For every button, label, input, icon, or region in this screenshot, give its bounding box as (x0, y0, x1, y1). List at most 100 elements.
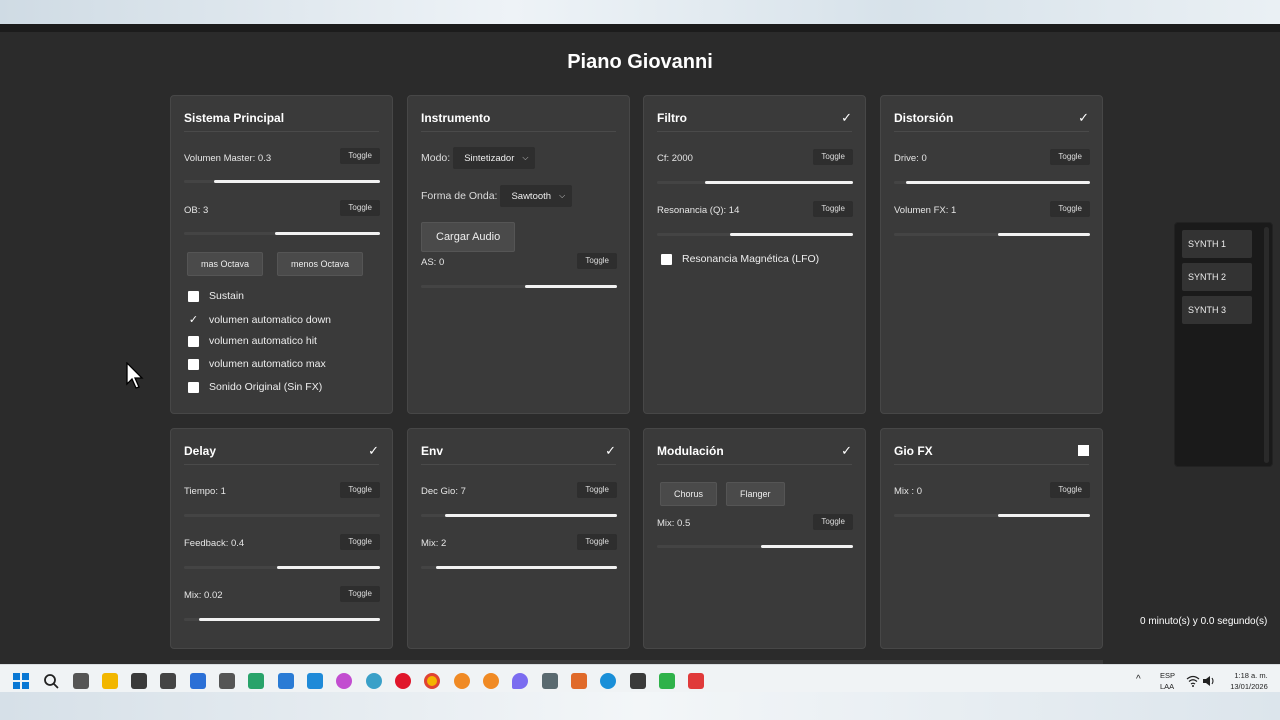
browser-icon[interactable] (366, 673, 382, 689)
side-panel-scrollbar[interactable] (1264, 227, 1269, 463)
cutoff-toggle-button[interactable]: Toggle (813, 149, 853, 165)
enabled-check-icon[interactable]: ✓ (368, 435, 379, 459)
ob-slider[interactable] (184, 229, 380, 239)
cutoff-slider[interactable] (657, 178, 853, 188)
mode-select[interactable]: Sintetizador ⌵ (453, 147, 536, 169)
resonance-toggle-button[interactable]: Toggle (813, 201, 853, 217)
opera-icon[interactable] (395, 673, 411, 689)
app-icon[interactable] (512, 673, 528, 689)
enabled-check-icon[interactable]: ✓ (841, 435, 852, 459)
task-view-icon[interactable] (73, 673, 89, 689)
as-toggle-button[interactable]: Toggle (577, 253, 617, 269)
waveform-select[interactable]: Sawtooth ⌵ (500, 185, 573, 207)
blender-icon[interactable] (483, 673, 499, 689)
edge-icon[interactable] (600, 673, 616, 689)
enabled-check-icon[interactable]: ✓ (841, 102, 852, 126)
synth-3-button[interactable]: SYNTH 3 (1182, 296, 1252, 324)
chevron-down-icon: ⌵ (559, 191, 566, 200)
card-header: Env ✓ (421, 429, 616, 465)
load-audio-button[interactable]: Cargar Audio (421, 222, 516, 252)
blender-icon[interactable] (454, 673, 470, 689)
delay-time-toggle-button[interactable]: Toggle (340, 482, 380, 498)
delay-mix-label: Mix: 0.02 (184, 590, 223, 601)
app-icon[interactable] (571, 673, 587, 689)
ob-toggle-button[interactable]: Toggle (340, 200, 380, 216)
app-icon[interactable] (542, 673, 558, 689)
checkbox-box[interactable] (188, 358, 199, 370)
card-title: Modulación (657, 443, 724, 458)
checkbox-box[interactable] (188, 381, 199, 393)
volume-master-toggle-button[interactable]: Toggle (340, 148, 380, 164)
notepad-icon[interactable] (190, 673, 206, 689)
modulation-mix-label: Mix: 0.5 (657, 518, 691, 529)
modulation-mix-toggle-button[interactable]: Toggle (813, 514, 853, 530)
wifi-icon[interactable] (1186, 674, 1200, 688)
card-title: Distorsión (894, 110, 954, 125)
auto-volume-down-checkbox[interactable]: ✓ volumen automatico down (188, 313, 331, 327)
app-icon[interactable] (688, 673, 704, 689)
auto-volume-hit-checkbox[interactable]: volumen automatico hit (188, 335, 317, 347)
drive-toggle-button[interactable]: Toggle (1050, 149, 1090, 165)
feedback-toggle-button[interactable]: Toggle (340, 534, 380, 550)
language-top[interactable]: ESP (1160, 671, 1175, 680)
file-explorer-icon[interactable] (102, 673, 118, 689)
app-icon[interactable] (219, 673, 235, 689)
flanger-button[interactable]: Flanger (726, 482, 785, 506)
mode-label: Modo: (421, 152, 451, 164)
gio-fx-mix-slider[interactable] (894, 511, 1090, 521)
checkmark-icon[interactable]: ✓ (188, 313, 199, 326)
auto-volume-max-checkbox[interactable]: volumen automatico max (188, 358, 326, 370)
octave-up-button[interactable]: mas Octava (187, 252, 264, 276)
enabled-check-icon[interactable]: ✓ (605, 435, 616, 459)
env-mix-slider[interactable] (421, 563, 617, 573)
decay-toggle-button[interactable]: Toggle (577, 482, 617, 498)
delay-mix-slider[interactable] (184, 615, 380, 625)
chorus-button[interactable]: Chorus (660, 482, 718, 506)
search-icon[interactable] (43, 673, 59, 689)
resonance-slider[interactable] (657, 230, 853, 240)
enabled-check-icon[interactable]: ✓ (1078, 102, 1089, 126)
card-header: Distorsión ✓ (894, 96, 1089, 132)
synth-1-button[interactable]: SYNTH 1 (1182, 230, 1252, 258)
clock-time[interactable]: 1:18 a. m. (1228, 671, 1274, 680)
synth-2-button[interactable]: SYNTH 2 (1182, 263, 1252, 291)
checkbox-box[interactable] (188, 335, 199, 347)
ob-label: OB: 3 (184, 205, 209, 216)
decay-slider[interactable] (421, 511, 617, 521)
fx-volume-toggle-button[interactable]: Toggle (1050, 201, 1090, 217)
volume-icon[interactable] (1202, 674, 1216, 688)
enable-checkbox[interactable] (1078, 445, 1089, 456)
delay-time-slider[interactable] (184, 511, 380, 521)
app-icon[interactable] (336, 673, 352, 689)
feedback-slider[interactable] (184, 563, 380, 573)
octave-down-button[interactable]: menos Octava (277, 252, 364, 276)
language-bottom[interactable]: LAA (1160, 682, 1174, 691)
as-label: AS: 0 (421, 257, 445, 268)
delay-mix-toggle-button[interactable]: Toggle (340, 586, 380, 602)
volume-master-slider[interactable] (184, 177, 380, 187)
app-icon[interactable] (659, 673, 675, 689)
fx-volume-slider[interactable] (894, 230, 1090, 240)
env-mix-toggle-button[interactable]: Toggle (577, 534, 617, 550)
modulation-mix-slider[interactable] (657, 542, 853, 552)
drive-slider[interactable] (894, 178, 1090, 188)
calendar-icon[interactable] (160, 673, 176, 689)
vscode-icon[interactable] (307, 673, 323, 689)
windows-start-icon[interactable] (13, 673, 29, 689)
sustain-checkbox[interactable]: Sustain (188, 290, 244, 302)
gio-fx-mix-toggle-button[interactable]: Toggle (1050, 482, 1090, 498)
original-sound-checkbox[interactable]: Sonido Original (Sin FX) (188, 381, 322, 393)
checkbox-box[interactable] (188, 290, 199, 302)
card-instrumento: Instrumento Modo: Sintetizador ⌵ Forma de… (407, 95, 630, 414)
chrome-icon[interactable] (424, 673, 440, 689)
lfo-resonance-checkbox[interactable]: Resonancia Magnética (LFO) (661, 253, 819, 265)
store-icon[interactable] (278, 673, 294, 689)
clock-date[interactable]: 13/01/2026 (1224, 682, 1274, 691)
app-icon[interactable] (248, 673, 264, 689)
as-slider[interactable] (421, 282, 617, 292)
checkbox-box[interactable] (661, 253, 672, 265)
fx-volume-label: Volumen FX: 1 (894, 205, 957, 216)
tool-icon[interactable] (630, 673, 646, 689)
tool-icon[interactable] (131, 673, 147, 689)
tray-chevron-icon[interactable]: ^ (1136, 674, 1141, 685)
